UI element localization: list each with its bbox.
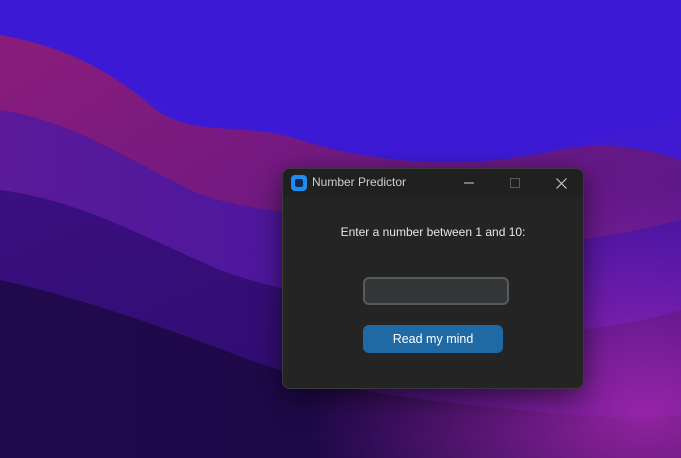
app-icon: [291, 175, 307, 191]
maximize-button[interactable]: [492, 169, 538, 197]
app-window: Number Predictor Enter a number between …: [282, 168, 584, 389]
number-input[interactable]: [363, 277, 509, 305]
prompt-label: Enter a number between 1 and 10:: [340, 225, 526, 239]
desktop: Number Predictor Enter a number between …: [0, 0, 681, 458]
window-title: Number Predictor: [312, 175, 407, 189]
read-my-mind-button[interactable]: Read my mind: [363, 325, 503, 353]
maximize-icon: [510, 178, 520, 188]
window-titlebar[interactable]: Number Predictor: [283, 169, 583, 197]
close-icon: [555, 177, 567, 189]
minimize-icon: [464, 182, 474, 184]
minimize-button[interactable]: [446, 169, 492, 197]
close-button[interactable]: [538, 169, 583, 197]
